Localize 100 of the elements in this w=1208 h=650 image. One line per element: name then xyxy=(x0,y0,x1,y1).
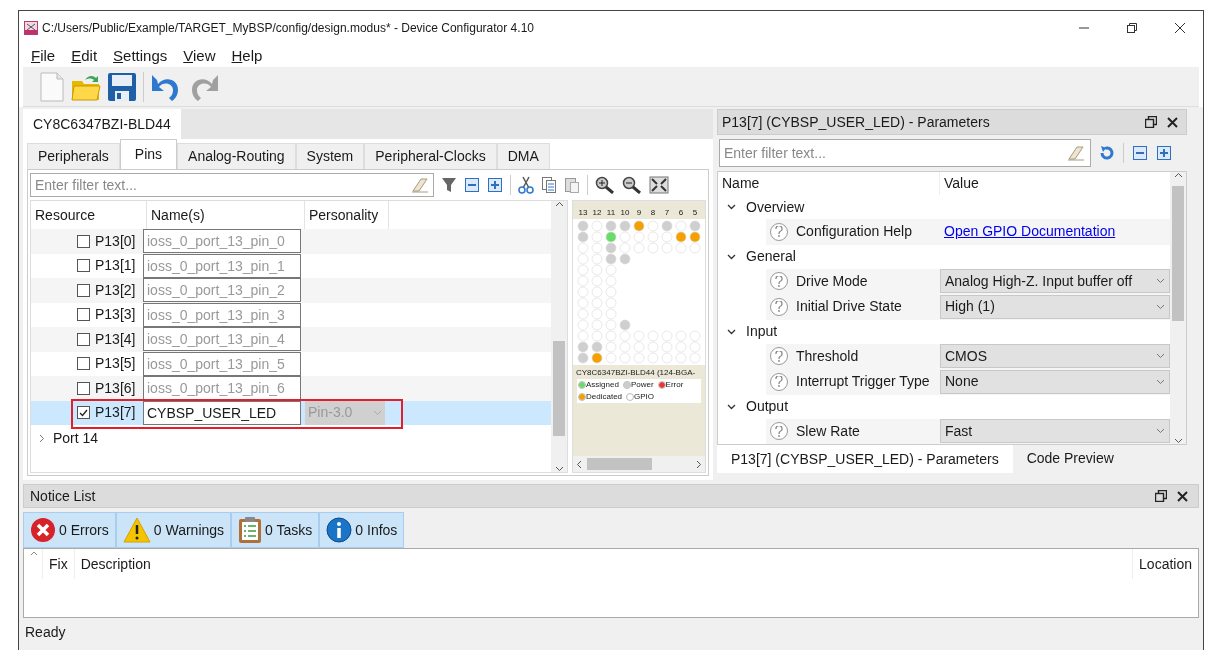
zoom-in-icon[interactable] xyxy=(595,176,615,194)
menu-item[interactable]: Edit xyxy=(71,44,98,68)
column-label: 13 xyxy=(577,207,589,219)
checkbox[interactable] xyxy=(77,332,90,346)
column-header[interactable]: Description xyxy=(74,549,1133,579)
menu-item[interactable]: Help xyxy=(231,44,263,68)
column-header[interactable]: Value xyxy=(940,172,1170,195)
chevron-down-icon[interactable] xyxy=(1156,303,1165,310)
name-field[interactable]: ioss_0_port_13_pin_4 xyxy=(143,327,301,352)
parameter-label: Drive Mode xyxy=(796,271,869,291)
documentation-link[interactable]: Open GPIO Documentation xyxy=(944,221,1116,243)
filter-toggle-button[interactable]: 0 Tasks xyxy=(231,512,320,548)
scroll-up-icon[interactable] xyxy=(554,201,564,207)
help-icon[interactable] xyxy=(770,347,788,366)
scissors-icon[interactable] xyxy=(518,176,534,194)
legend-label: Error xyxy=(665,379,684,391)
help-icon[interactable] xyxy=(770,272,788,291)
filter-toggle-button[interactable]: 0 Errors xyxy=(23,512,116,548)
column-header[interactable]: Fix xyxy=(42,549,75,579)
name-field[interactable]: ioss_0_port_13_pin_1 xyxy=(143,253,301,278)
undock-icon[interactable] xyxy=(1155,490,1167,502)
tree-node[interactable]: Port 14 xyxy=(53,427,99,449)
column-header[interactable]: Location xyxy=(1132,549,1198,579)
name-field[interactable]: CYBSP_USER_LED xyxy=(143,400,301,425)
filter-field[interactable]: Enter filter text... xyxy=(719,139,1091,167)
chevron-down-icon[interactable] xyxy=(1156,353,1165,360)
collapse-all-icon[interactable] xyxy=(1132,145,1148,161)
checkbox[interactable] xyxy=(77,406,90,420)
chevron-down-icon[interactable] xyxy=(1156,278,1165,285)
help-icon[interactable] xyxy=(770,422,788,441)
scroll-up-icon[interactable] xyxy=(1173,172,1183,178)
close-icon[interactable] xyxy=(1177,490,1188,502)
close-icon[interactable] xyxy=(1167,116,1178,128)
table-row[interactable]: P13[0] ioss_0_port_13_pin_0 xyxy=(31,229,551,254)
horizontal-scrollbar[interactable] xyxy=(573,456,705,472)
checkbox[interactable] xyxy=(77,381,90,395)
tab[interactable]: DMA xyxy=(496,143,550,169)
vertical-scrollbar[interactable] xyxy=(1170,172,1186,444)
filter-icon[interactable] xyxy=(441,177,457,193)
collapse-all-icon[interactable] xyxy=(464,177,480,193)
restore-icon[interactable] xyxy=(1127,23,1137,33)
expand-all-icon[interactable] xyxy=(1156,145,1172,161)
vertical-scrollbar[interactable] xyxy=(551,201,567,472)
scroll-left-icon[interactable] xyxy=(576,459,582,469)
close-icon[interactable] xyxy=(1175,23,1185,33)
pin-label: P13[0] xyxy=(95,231,137,251)
name-field[interactable]: ioss_0_port_13_pin_6 xyxy=(143,376,301,401)
scroll-down-icon[interactable] xyxy=(1173,438,1183,444)
tab[interactable]: Peripherals xyxy=(27,143,120,169)
reset-icon[interactable] xyxy=(1099,145,1115,161)
scroll-down-icon[interactable] xyxy=(554,466,564,472)
group-label: Input xyxy=(746,322,778,341)
help-icon[interactable] xyxy=(770,372,788,391)
value-dropdown[interactable]: Analog High-Z. Input buffer off xyxy=(940,269,1170,294)
name-field[interactable]: ioss_0_port_13_pin_5 xyxy=(143,351,301,376)
table-row[interactable]: P13[4] ioss_0_port_13_pin_4 xyxy=(31,327,551,352)
pin-label: P13[2] xyxy=(95,280,137,300)
value-dropdown[interactable]: CMOS xyxy=(940,344,1170,369)
checkbox[interactable] xyxy=(77,234,90,248)
tab[interactable]: System xyxy=(295,143,365,169)
help-icon[interactable] xyxy=(770,297,788,316)
menu-item[interactable]: Settings xyxy=(113,44,168,68)
chevron-down-icon[interactable] xyxy=(1156,378,1165,385)
menu-item[interactable]: View xyxy=(183,44,216,68)
filter-toggle-button[interactable]: 0 Infos xyxy=(319,512,405,548)
filter-toggle-button[interactable]: 0 Warnings xyxy=(115,512,232,548)
table-row[interactable]: P13[2] ioss_0_port_13_pin_2 xyxy=(31,278,551,303)
table-row[interactable]: P13[6] ioss_0_port_13_pin_6 xyxy=(31,376,551,401)
filter-field[interactable]: Enter filter text... xyxy=(30,173,434,197)
undock-icon[interactable] xyxy=(1145,116,1157,128)
checkbox[interactable] xyxy=(77,357,90,371)
zoom-out-icon[interactable] xyxy=(622,176,642,194)
pin-label: P13[1] xyxy=(95,256,137,276)
name-field[interactable]: ioss_0_port_13_pin_0 xyxy=(143,229,301,254)
help-icon[interactable] xyxy=(770,222,788,241)
checkbox[interactable] xyxy=(77,308,90,322)
checkbox[interactable] xyxy=(77,283,90,297)
chevron-down-icon[interactable] xyxy=(1156,428,1165,435)
column-header[interactable]: Name xyxy=(718,172,940,195)
name-field[interactable]: ioss_0_port_13_pin_2 xyxy=(143,278,301,303)
checkbox[interactable] xyxy=(77,259,90,273)
panel-title: Notice List xyxy=(30,486,96,506)
paste-icon[interactable] xyxy=(564,176,580,194)
menu-item[interactable]: File xyxy=(31,44,56,68)
parameter-label: Configuration Help xyxy=(796,222,913,242)
copy-icon[interactable] xyxy=(541,176,557,194)
save-icon[interactable] xyxy=(107,71,137,102)
scroll-right-icon[interactable] xyxy=(696,459,702,469)
expand-all-icon[interactable] xyxy=(487,177,503,193)
device-tab[interactable]: CY8C6347BZI-BLD44 xyxy=(23,109,181,139)
value-dropdown[interactable]: Fast xyxy=(940,419,1170,444)
tab[interactable]: P13[7] (CYBSP_USER_LED) - Parameters xyxy=(717,445,1013,473)
panel-title: P13[7] (CYBSP_USER_LED) - Parameters xyxy=(722,112,990,132)
tab[interactable]: Peripheral-Clocks xyxy=(364,143,497,169)
name-field[interactable]: ioss_0_port_13_pin_3 xyxy=(143,302,301,327)
fit-view-icon[interactable] xyxy=(649,176,669,194)
tab[interactable]: Analog-Routing xyxy=(177,143,296,169)
tab[interactable]: Pins xyxy=(119,139,178,169)
value-dropdown[interactable]: None xyxy=(940,369,1170,394)
value-dropdown[interactable]: High (1) xyxy=(940,294,1170,319)
